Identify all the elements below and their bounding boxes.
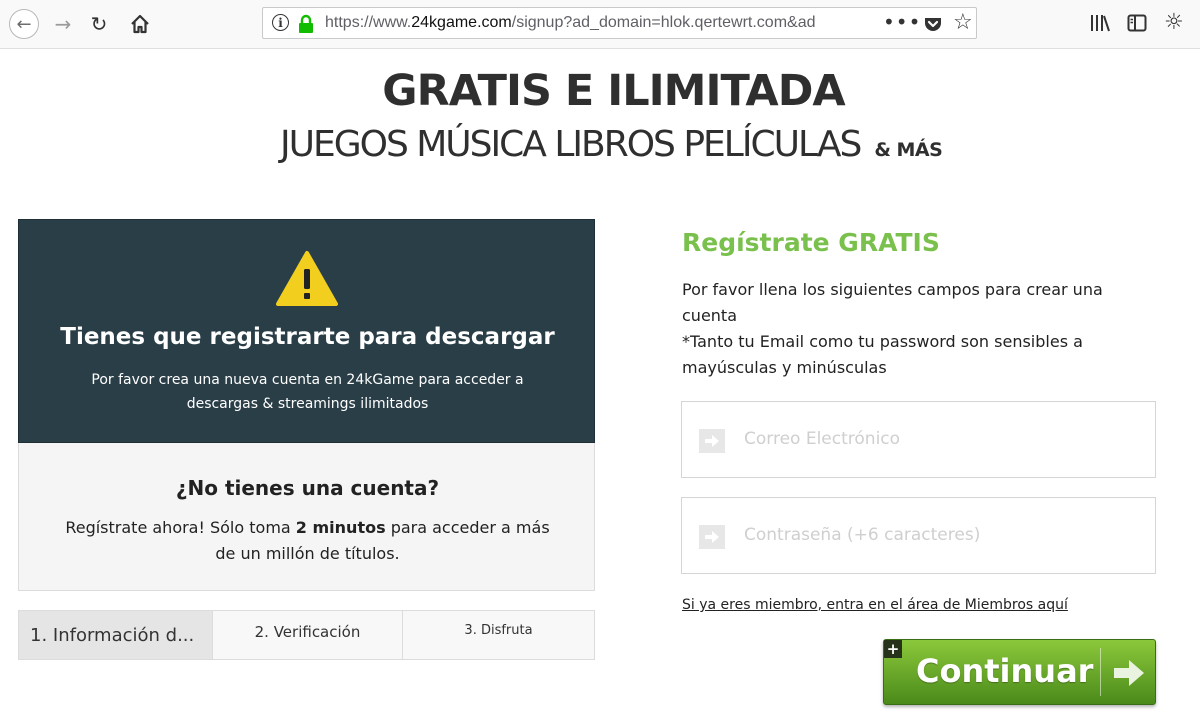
step-enjoy[interactable]: 3. Disfruta <box>402 611 594 659</box>
password-placeholder: Contraseña (+6 caracteres) <box>744 525 981 545</box>
register-instructions: Por favor llena los siguientes campos pa… <box>682 280 1103 325</box>
no-account-panel: ¿No tienes una cuenta? Regístrate ahora!… <box>18 443 595 591</box>
no-account-text-bold: 2 minutos <box>295 518 386 537</box>
step-information[interactable]: 1. Información d... <box>19 611 212 659</box>
info-icon[interactable]: i <box>272 14 289 31</box>
step-verification[interactable]: 2. Verificación <box>212 611 402 659</box>
notice-description: Por favor crea una nueva cuenta en 24kGa… <box>91 372 524 412</box>
back-button[interactable]: ← <box>6 8 42 40</box>
no-account-title: ¿No tienes una cuenta? <box>175 476 440 500</box>
back-arrow-icon: ← <box>9 9 39 39</box>
members-area-link[interactable]: Si ya eres miembro, entra en el área de … <box>682 597 1068 613</box>
warning-icon <box>276 251 338 306</box>
no-account-description: Regístrate ahora! Sólo toma 2 minutos pa… <box>59 515 556 567</box>
step-enjoy-label: 3. Disfruta <box>464 623 533 638</box>
register-title: Regístrate GRATIS <box>682 228 940 257</box>
url-text[interactable]: https://www.24kgame.com/signup?ad_domain… <box>325 14 865 34</box>
page-headline: GRATIS E ILIMITADA <box>382 66 845 116</box>
email-field[interactable]: Correo Electrónico <box>681 401 1156 478</box>
step-information-label: 1. Información d... <box>30 625 195 646</box>
page-subheadline: JUEGOS MÚSICA LIBROS PELÍCULAS & MÁS <box>280 124 960 165</box>
step-verification-label: 2. Verificación <box>254 623 361 641</box>
signup-steps: 1. Información d... 2. Verificación 3. D… <box>18 610 595 660</box>
reload-icon[interactable]: ↻ <box>84 8 114 40</box>
menu-gear-icon[interactable]: ☼ <box>1164 10 1184 35</box>
bookmark-star-icon[interactable]: ☆ <box>953 10 973 35</box>
plus-icon: + <box>884 640 902 658</box>
email-arrow-icon <box>699 429 725 453</box>
register-notice-panel: Tienes que registrarte para descargar Po… <box>18 219 595 443</box>
library-icon[interactable] <box>1089 12 1111 34</box>
button-divider <box>1100 648 1101 696</box>
home-icon[interactable] <box>124 8 156 40</box>
url-domain: 24kgame.com <box>411 14 512 31</box>
url-prefix: https://www. <box>325 14 412 31</box>
notice-title: Tienes que registrarte para descargar <box>60 324 555 350</box>
forward-arrow-icon[interactable]: → <box>48 8 78 40</box>
register-case-note: *Tanto tu Email como tu password son sen… <box>682 332 1083 377</box>
no-account-text-start: Regístrate ahora! Sólo toma <box>65 518 296 537</box>
lock-icon[interactable] <box>296 14 316 34</box>
email-placeholder: Correo Electrónico <box>744 429 901 449</box>
password-arrow-icon <box>699 525 725 549</box>
password-field[interactable]: Contraseña (+6 caracteres) <box>681 497 1156 574</box>
more-actions-icon[interactable]: ••• <box>883 10 921 34</box>
subhead-extra: & MÁS <box>874 139 943 161</box>
arrow-right-icon <box>1114 660 1144 686</box>
url-path: /signup?ad_domain=hlok.qertewrt.com&ad <box>511 14 816 31</box>
address-bar[interactable]: i https://www.24kgame.com/signup?ad_doma… <box>262 7 977 39</box>
subhead-categories: JUEGOS MÚSICA LIBROS PELÍCULAS <box>280 124 862 165</box>
continue-button[interactable]: + Continuar <box>883 639 1156 705</box>
register-description: Por favor llena los siguientes campos pa… <box>682 277 1122 381</box>
pocket-icon[interactable] <box>923 14 943 34</box>
sidebar-icon[interactable] <box>1126 12 1148 34</box>
browser-toolbar: ← → ↻ i https://www.24kgame.com/signup?a… <box>0 0 1200 49</box>
continue-label: Continuar <box>916 652 1094 690</box>
